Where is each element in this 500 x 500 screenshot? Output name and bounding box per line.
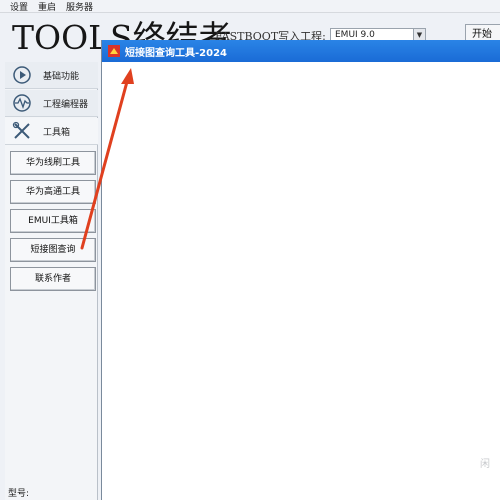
menu-reboot[interactable]: 重启 — [38, 0, 56, 13]
nav-engineering-programmer[interactable]: 工程编程器 — [5, 90, 98, 117]
watermark-text: 闲 — [480, 459, 490, 470]
play-circle-icon — [11, 64, 33, 86]
nav-basic-functions[interactable]: 基础功能 — [5, 62, 98, 89]
menu-server[interactable]: 服务器 — [66, 0, 93, 13]
nav-engineering-programmer-label: 工程编程器 — [43, 99, 89, 110]
huawei-flash-tool-button[interactable]: 华为线刷工具 — [10, 151, 96, 175]
dialog-titlebar[interactable]: 短接图查询工具-2024 — [102, 40, 500, 62]
nav-toolbox-label: 工具箱 — [43, 127, 71, 138]
huawei-qualcomm-tool-button[interactable]: 华为高通工具 — [10, 180, 96, 204]
sidebar: 基础功能 工程编程器 工具箱 华为线刷工具 华为高通工具 EMUI工具箱 短接图… — [5, 62, 98, 500]
menu-settings[interactable]: 设置 — [10, 0, 28, 13]
waveform-icon — [11, 92, 33, 114]
app-icon — [108, 45, 120, 57]
nav-basic-functions-label: 基础功能 — [43, 71, 80, 82]
emui-version-value: EMUI 9.0 — [335, 30, 375, 40]
wrench-screwdriver-icon — [11, 120, 33, 142]
dialog-title: 短接图查询工具-2024 — [125, 47, 227, 59]
menu-bar: 设置 重启 服务器 — [0, 0, 500, 13]
shorting-diagram-dialog: 短接图查询工具-2024 — [101, 40, 500, 500]
shorting-diagram-query-button[interactable]: 短接图查询 — [10, 238, 96, 262]
nav-toolbox[interactable]: 工具箱 — [5, 118, 98, 145]
emui-toolbox-button[interactable]: EMUI工具箱 — [10, 209, 96, 233]
contact-author-button[interactable]: 联系作者 — [10, 267, 96, 291]
model-label: 型号: — [8, 489, 30, 499]
